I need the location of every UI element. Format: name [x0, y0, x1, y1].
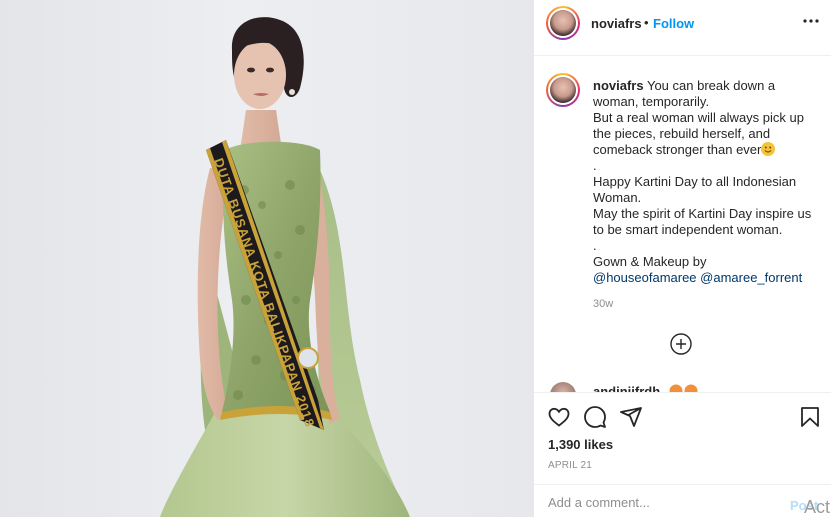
comment-avatar[interactable] [550, 382, 576, 392]
smile-emoji-icon [761, 142, 776, 156]
caption-line: . [593, 158, 597, 173]
likes-count[interactable]: 1,390 likes [548, 437, 613, 452]
caption-line: . [593, 238, 597, 253]
gown-photo-illustration: DUTA BUSANA KOTA BALIKPAPAN 2018 [160, 17, 410, 517]
emoji-icon [669, 384, 698, 392]
face [234, 41, 286, 109]
share-icon[interactable] [619, 405, 643, 429]
header-separator: • [644, 15, 649, 30]
comment-icon[interactable] [583, 405, 607, 429]
caption-line: Gown & Makeup by [593, 254, 707, 269]
caption-time[interactable]: 30w [593, 298, 613, 310]
earring [289, 89, 295, 95]
comment-box: Post Act [534, 484, 831, 517]
caption-username[interactable]: noviafrs [593, 78, 644, 93]
load-more-comments-icon[interactable] [670, 333, 692, 355]
caption: noviafrs You can break down a woman, tem… [593, 78, 819, 286]
comment-username[interactable]: andinijfrdh [593, 384, 660, 392]
activation-watermark: Act [804, 497, 831, 517]
sash-emblem [297, 347, 319, 369]
more-horizontal-icon[interactable] [802, 12, 820, 30]
caption-avatar[interactable] [546, 73, 580, 107]
post-photo[interactable]: DUTA BUSANA KOTA BALIKPAPAN 2018 [0, 0, 534, 517]
post-actions: 1,390 likes APRIL 21 [534, 392, 831, 484]
follow-button[interactable]: Follow [653, 16, 694, 31]
post-date[interactable]: APRIL 21 [548, 460, 592, 471]
bookmark-icon[interactable] [798, 405, 822, 429]
heart-icon[interactable] [547, 405, 571, 429]
avatar[interactable] [546, 6, 580, 40]
caption-line: May the spirit of Kartini Day inspire us… [593, 206, 812, 237]
header-username[interactable]: noviafrs [591, 16, 642, 31]
caption-line: Happy Kartini Day to all Indonesian Woma… [593, 174, 797, 205]
comment-input[interactable] [548, 495, 768, 510]
comments-area[interactable]: noviafrs You can break down a woman, tem… [534, 57, 831, 392]
caption-mentions[interactable]: @houseofamaree @amaree_forrent [593, 270, 819, 286]
post-side-panel: noviafrs • Follow noviafrs You can break… [534, 0, 831, 517]
post-header: noviafrs • Follow [534, 0, 831, 56]
skirt [160, 400, 410, 517]
